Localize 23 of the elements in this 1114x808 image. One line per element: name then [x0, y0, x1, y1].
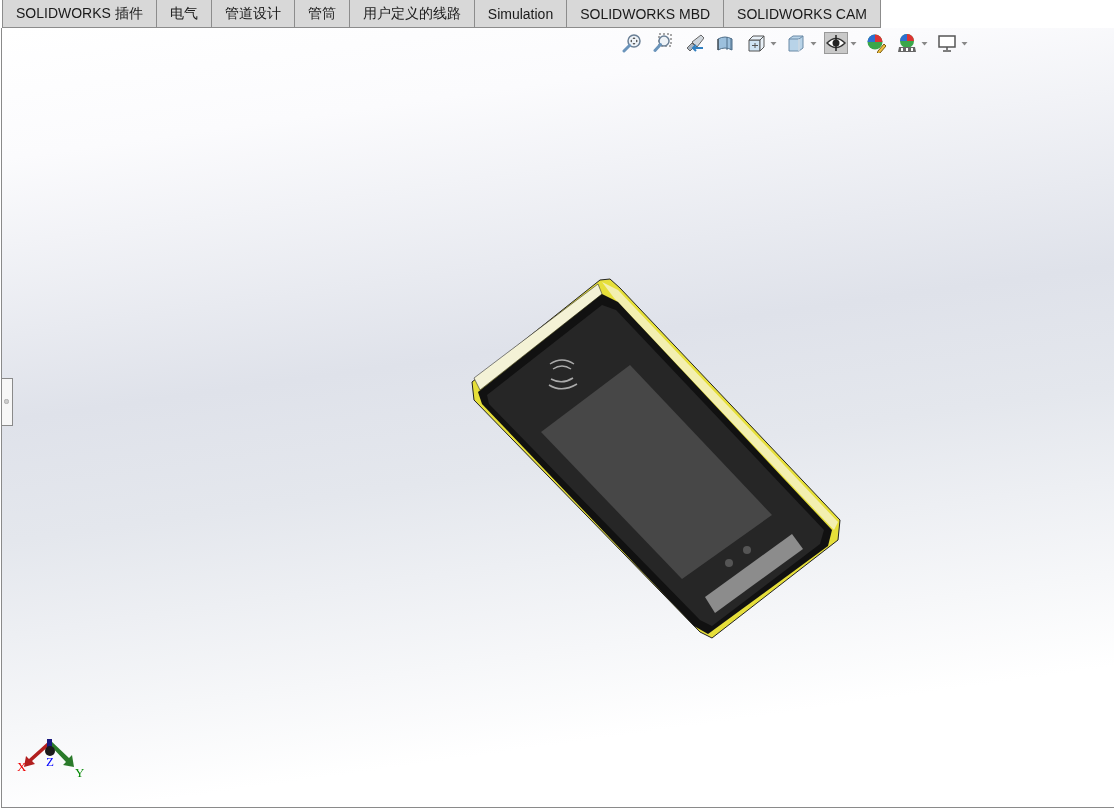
scene-ball-icon [897, 33, 917, 53]
zoom-to-fit-icon [622, 33, 642, 53]
ribbon-tab[interactable]: 用户定义的线路 [348, 0, 474, 27]
ribbon-tab[interactable]: 管筒 [293, 0, 349, 27]
y-axis-label: Y [75, 765, 85, 781]
ribbon-tab[interactable]: SOLIDWORKS 插件 [2, 0, 156, 27]
z-axis-label: Z [46, 754, 54, 770]
ribbon-tab[interactable]: SOLIDWORKS CAM [723, 0, 881, 27]
ribbon-tab[interactable]: SOLIDWORKS MBD [566, 0, 724, 27]
section-view-icon [715, 33, 735, 53]
eye-icon [826, 33, 846, 53]
x-axis-label: X [17, 759, 27, 775]
ribbon-tab[interactable]: Simulation [473, 0, 567, 27]
camera-arrow-icon [684, 33, 704, 53]
panel-handle[interactable] [2, 378, 13, 426]
shaded-cube-icon [786, 33, 806, 53]
monitor-icon [937, 33, 957, 53]
ribbon-tab[interactable]: 电气 [155, 0, 211, 27]
ribbon-tab[interactable]: 管道设计 [210, 0, 294, 27]
toolbar-button[interactable] [824, 32, 848, 54]
color-ball-pencil-icon [866, 33, 886, 53]
zoom-to-area-icon [653, 33, 673, 53]
cube-icon [746, 33, 766, 53]
